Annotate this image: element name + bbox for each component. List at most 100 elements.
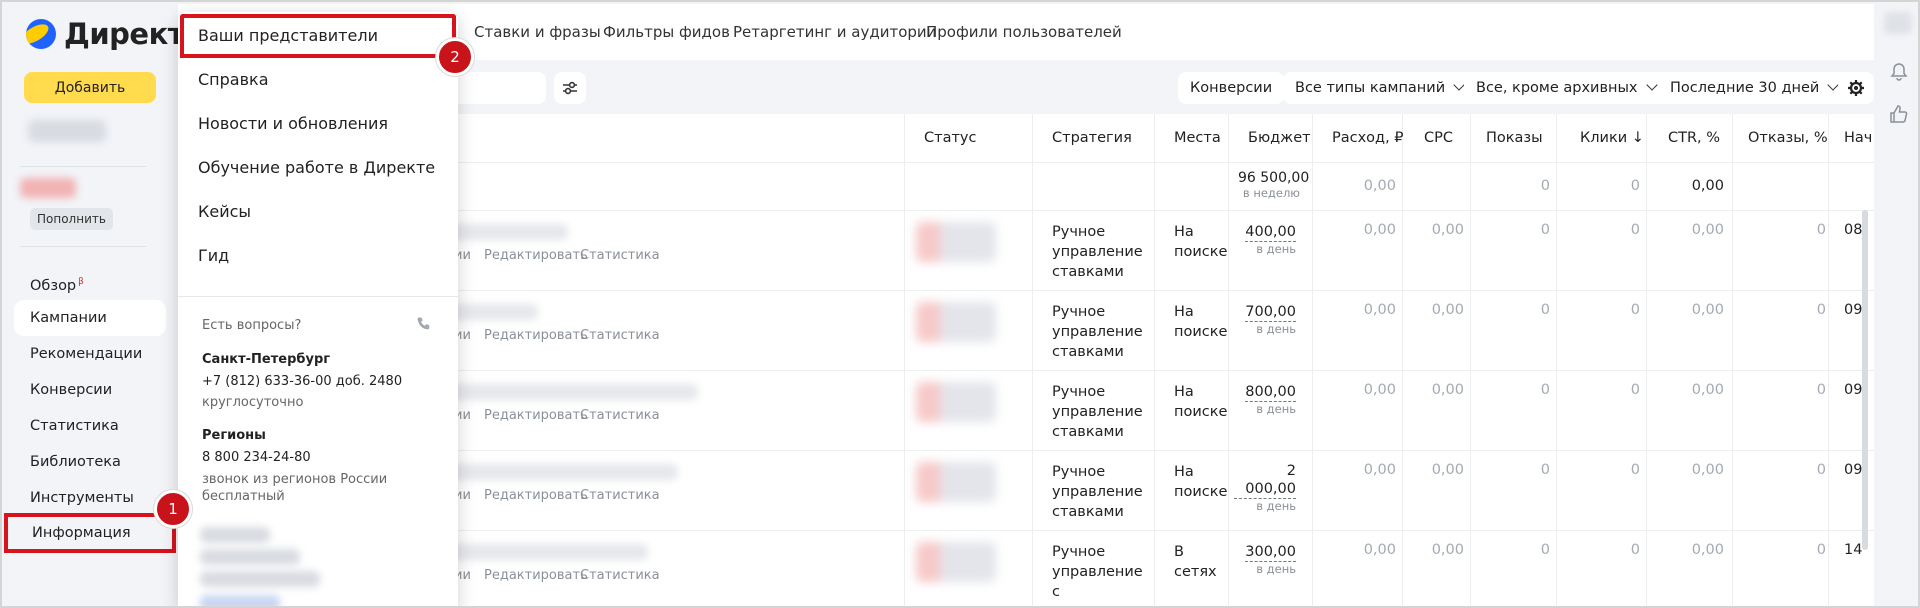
edit-link[interactable]: Редактировать	[484, 248, 588, 263]
strategy-line: ставками	[1052, 264, 1124, 280]
filter-label: Конверсии	[1190, 80, 1273, 96]
campaign-types-select[interactable]: Все типы кампаний	[1283, 72, 1476, 104]
period-select[interactable]: Последние 30 дней	[1658, 72, 1850, 104]
edit-link[interactable]: Редактировать	[484, 408, 588, 423]
col-header-places[interactable]: Места п	[1174, 114, 1226, 162]
strategy-cell: Ручное управление ставками	[1052, 462, 1143, 522]
budget-cell[interactable]: 400,00 в день	[1234, 222, 1296, 256]
spb-hours: круглосуточно	[202, 395, 304, 410]
regions-note-free: бесплатный	[202, 489, 285, 504]
col-header-strategy[interactable]: Стратегия	[1052, 114, 1132, 162]
sidebar-item-overview[interactable]: Обзор β	[14, 264, 166, 300]
col-header-clicks[interactable]: Клики ↓	[1580, 114, 1644, 162]
col-header-bounces[interactable]: Отказы, %	[1748, 114, 1828, 162]
sidebar-item-information[interactable]: Информация	[4, 513, 176, 553]
spb-title: Санкт-Петербург	[202, 352, 331, 367]
archive-select[interactable]: Все, кроме архивных	[1464, 72, 1668, 104]
budget-cell[interactable]: 800,00 в день	[1234, 382, 1296, 416]
table-settings-button[interactable]	[1838, 72, 1874, 104]
sidebar-item-tools[interactable]: Инструменты	[14, 480, 166, 516]
menu-item-representatives[interactable]: Ваши представители	[198, 26, 378, 45]
budget-period: в неделю	[1242, 186, 1300, 200]
strategy-line: с	[1052, 584, 1060, 600]
start-date-cell: 09	[1844, 462, 1863, 478]
regions-phone[interactable]: 8 800 234-24-80	[202, 450, 311, 465]
status-blurred	[916, 222, 996, 262]
col-header-ctr[interactable]: CTR, %	[1668, 114, 1720, 162]
logo[interactable]: Директ	[26, 17, 185, 51]
spend-cell: 0,00	[1363, 222, 1396, 238]
col-header-shows[interactable]: Показы	[1486, 114, 1543, 162]
regions-note: звонок из регионов России	[202, 472, 388, 487]
ctr-cell: 0,00	[1691, 222, 1724, 238]
sidebar-item-campaigns[interactable]: Кампании	[14, 300, 166, 336]
menu-item-help[interactable]: Справка	[198, 70, 269, 89]
tab-bids-phrases[interactable]: Ставки и фразы	[474, 23, 601, 41]
statistics-link[interactable]: Статистика	[580, 488, 660, 503]
budget-value[interactable]: 800,00	[1245, 383, 1296, 402]
menu-item-guide[interactable]: Гид	[198, 246, 229, 265]
sidebar-item-library[interactable]: Библиотека	[14, 444, 166, 480]
statistics-link[interactable]: Статистика	[580, 248, 660, 263]
budget-value[interactable]: 400,00	[1245, 223, 1296, 242]
bell-icon[interactable]	[1889, 62, 1909, 82]
questions-label: Есть вопросы?	[202, 318, 302, 333]
places-line: На	[1174, 304, 1194, 320]
edit-link[interactable]: Редактировать	[484, 328, 588, 343]
sidebar-item-label: Статистика	[30, 418, 119, 434]
sidebar-item-recommendations[interactable]: Рекомендации	[14, 336, 166, 372]
add-button[interactable]: Добавить	[24, 72, 156, 103]
tab-user-profiles[interactable]: Профили пользователей	[926, 23, 1122, 41]
bounce-cell: 0	[1816, 462, 1826, 478]
places-line: поиске	[1174, 404, 1228, 420]
menu-item-training[interactable]: Обучение работе в Директе	[198, 158, 435, 177]
budget-value[interactable]: 2 000,00	[1234, 462, 1296, 499]
topup-button[interactable]: Пополнить	[30, 208, 113, 230]
menu-item-cases[interactable]: Кейсы	[198, 202, 251, 221]
app-window: Директ Добавить Пополнить Обзор β Кампани…	[0, 0, 1920, 608]
clicks-cell: 0	[1630, 222, 1640, 238]
filter-label: Все, кроме архивных	[1476, 80, 1638, 96]
col-header-budget[interactable]: Бюджет, ₽	[1248, 114, 1310, 162]
menu-item-news[interactable]: Новости и обновления	[198, 114, 388, 133]
budget-value[interactable]: 300,00	[1245, 543, 1296, 562]
edit-link[interactable]: Редактировать	[484, 568, 588, 583]
strategy-line: управление	[1052, 324, 1143, 340]
budget-cell[interactable]: 300,00 в день	[1234, 542, 1296, 576]
col-header-spend[interactable]: Расход, ₽	[1332, 114, 1404, 162]
vertical-scrollbar[interactable]	[1862, 210, 1868, 550]
divider	[178, 296, 458, 297]
strategy-line: Ручное	[1052, 464, 1106, 480]
sidebar-item-statistics[interactable]: Статистика	[14, 408, 166, 444]
spb-phone[interactable]: +7 (812) 633-36-00 доб. 2480	[202, 374, 402, 389]
statistics-link[interactable]: Статистика	[580, 408, 660, 423]
tab-retargeting[interactable]: Ретаргетинг и аудитории	[733, 23, 936, 41]
budget-cell[interactable]: 2 000,00 в день	[1234, 462, 1296, 513]
col-header-start[interactable]: Нач	[1844, 114, 1874, 162]
edit-link[interactable]: Редактировать	[484, 488, 588, 503]
places-cell: На поиске	[1174, 382, 1227, 422]
manager-contact-blurred	[200, 571, 320, 587]
strategy-line: Ручное	[1052, 544, 1106, 560]
thumbs-up-icon[interactable]	[1889, 104, 1909, 124]
statistics-link[interactable]: Статистика	[580, 568, 660, 583]
sidebar-item-conversions[interactable]: Конверсии	[14, 372, 166, 408]
clicks-cell: 0	[1630, 542, 1640, 558]
strategy-line: ставками	[1052, 344, 1124, 360]
budget-value[interactable]: 700,00	[1245, 303, 1296, 322]
conversions-filter-button[interactable]: Конверсии	[1178, 72, 1285, 104]
tab-feed-filters[interactable]: Фильтры фидов	[603, 23, 730, 41]
user-avatar-blurred[interactable]	[1884, 12, 1912, 34]
statistics-link[interactable]: Статистика	[580, 328, 660, 343]
cpc-cell: 0,00	[1431, 462, 1464, 478]
status-blurred	[916, 462, 996, 502]
spend-cell: 0,00	[1363, 542, 1396, 558]
col-header-status[interactable]: Статус	[924, 114, 976, 162]
beta-badge: β	[78, 277, 84, 287]
sliders-icon	[563, 81, 577, 95]
sidebar-item-label: Обзор	[30, 277, 77, 294]
manager-contact-blurred	[200, 549, 300, 565]
budget-cell[interactable]: 700,00 в день	[1234, 302, 1296, 336]
col-header-cpc[interactable]: CPC	[1424, 114, 1453, 162]
filter-settings-button[interactable]	[554, 72, 586, 104]
